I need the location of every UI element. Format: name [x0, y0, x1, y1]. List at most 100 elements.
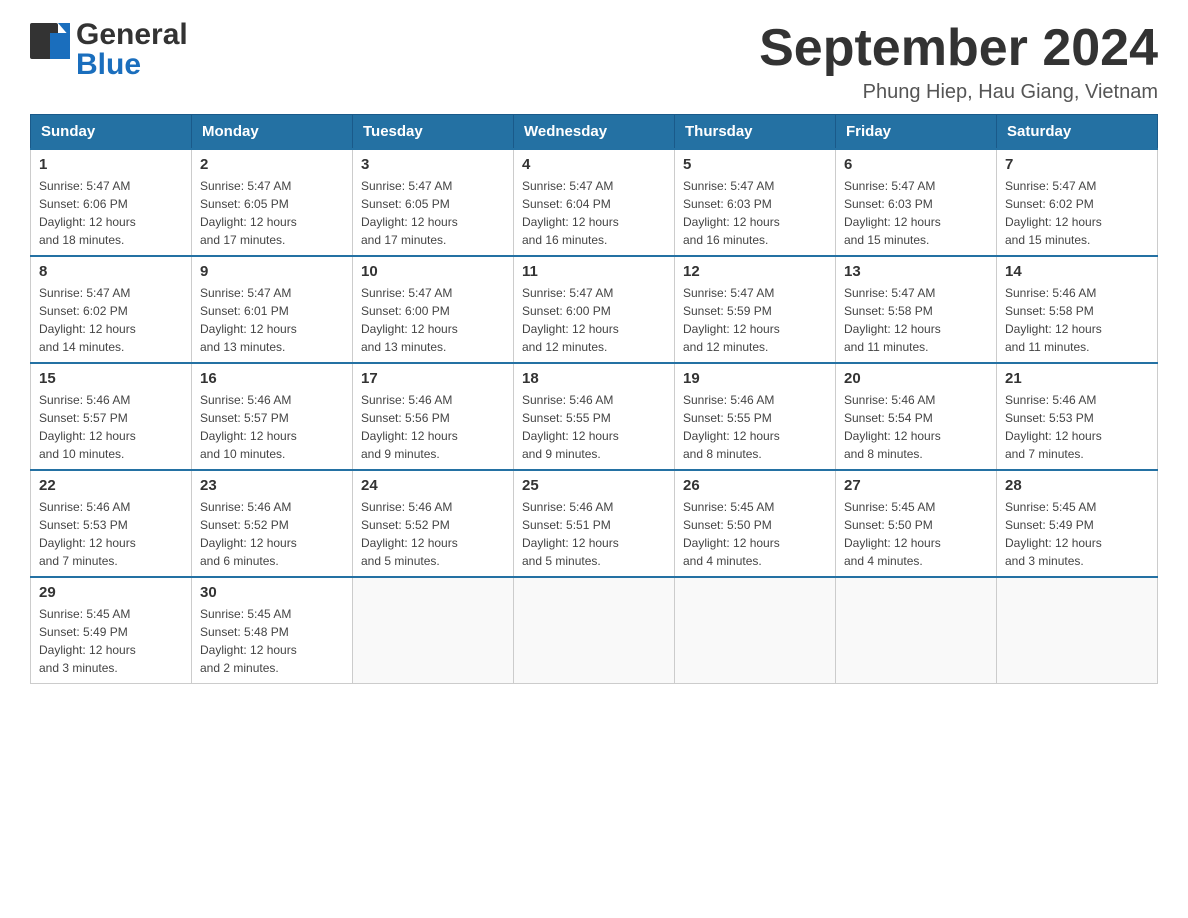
- day-info-19: Sunrise: 5:46 AMSunset: 5:55 PMDaylight:…: [683, 391, 827, 463]
- day-8: 8 Sunrise: 5:47 AMSunset: 6:02 PMDaylight…: [31, 256, 192, 363]
- day-1: 1Sunrise: 5:47 AMSunset: 6:06 PMDaylight…: [31, 149, 192, 256]
- day-info-22: Sunrise: 5:46 AMSunset: 5:53 PMDaylight:…: [39, 498, 183, 570]
- day-info-8: Sunrise: 5:47 AMSunset: 6:02 PMDaylight:…: [39, 284, 183, 356]
- day-12: 12Sunrise: 5:47 AMSunset: 5:59 PMDayligh…: [675, 256, 836, 363]
- day-7: 7 Sunrise: 5:47 AMSunset: 6:02 PMDaylight…: [997, 149, 1158, 256]
- day-6: 6 Sunrise: 5:47 AMSunset: 6:03 PMDaylight…: [836, 149, 997, 256]
- day-number-23: 23: [200, 477, 344, 494]
- day-info-26: Sunrise: 5:45 AMSunset: 5:50 PMDaylight:…: [683, 498, 827, 570]
- day-info-18: Sunrise: 5:46 AMSunset: 5:55 PMDaylight:…: [522, 391, 666, 463]
- empty-cell-w4-c3: [514, 577, 675, 684]
- calendar-header-row: SundayMondayTuesdayWednesdayThursdayFrid…: [31, 115, 1158, 150]
- day-26: 26 Sunrise: 5:45 AMSunset: 5:50 PMDayligh…: [675, 470, 836, 577]
- day-info-12: Sunrise: 5:47 AMSunset: 5:59 PMDaylight:…: [683, 284, 827, 356]
- day-11: 11 Sunrise: 5:47 AMSunset: 6:00 PMDayligh…: [514, 256, 675, 363]
- header-saturday: Saturday: [997, 115, 1158, 150]
- day-number-21: 21: [1005, 370, 1149, 387]
- day-number-2: 2: [200, 156, 344, 173]
- day-number-30: 30: [200, 584, 344, 601]
- week-row-4: 22 Sunrise: 5:46 AMSunset: 5:53 PMDayligh…: [31, 470, 1158, 577]
- day-number-24: 24: [361, 477, 505, 494]
- title-area: September 2024 Phung Hiep, Hau Giang, Vi…: [759, 20, 1158, 104]
- day-info-24: Sunrise: 5:46 AMSunset: 5:52 PMDaylight:…: [361, 498, 505, 570]
- header-sunday: Sunday: [31, 115, 192, 150]
- day-3: 3 Sunrise: 5:47 AMSunset: 6:05 PMDaylight…: [353, 149, 514, 256]
- header-friday: Friday: [836, 115, 997, 150]
- day-29: 29Sunrise: 5:45 AMSunset: 5:49 PMDayligh…: [31, 577, 192, 684]
- day-info-4: Sunrise: 5:47 AMSunset: 6:04 PMDaylight:…: [522, 177, 666, 249]
- day-number-1: 1: [39, 156, 183, 173]
- day-20: 20Sunrise: 5:46 AMSunset: 5:54 PMDayligh…: [836, 363, 997, 470]
- header-tuesday: Tuesday: [353, 115, 514, 150]
- day-number-9: 9: [200, 263, 344, 280]
- day-number-28: 28: [1005, 477, 1149, 494]
- month-title: September 2024: [759, 20, 1158, 77]
- day-30: 30Sunrise: 5:45 AMSunset: 5:48 PMDayligh…: [192, 577, 353, 684]
- day-info-16: Sunrise: 5:46 AMSunset: 5:57 PMDaylight:…: [200, 391, 344, 463]
- day-15: 15Sunrise: 5:46 AMSunset: 5:57 PMDayligh…: [31, 363, 192, 470]
- day-number-7: 7: [1005, 156, 1149, 173]
- day-number-5: 5: [683, 156, 827, 173]
- day-2: 2Sunrise: 5:47 AMSunset: 6:05 PMDaylight…: [192, 149, 353, 256]
- logo-text-group: General Blue: [76, 20, 188, 80]
- logo: General Blue: [30, 20, 188, 80]
- week-row-5: 29Sunrise: 5:45 AMSunset: 5:49 PMDayligh…: [31, 577, 1158, 684]
- day-info-17: Sunrise: 5:46 AMSunset: 5:56 PMDaylight:…: [361, 391, 505, 463]
- day-number-19: 19: [683, 370, 827, 387]
- day-number-27: 27: [844, 477, 988, 494]
- day-info-25: Sunrise: 5:46 AMSunset: 5:51 PMDaylight:…: [522, 498, 666, 570]
- empty-cell-w4-c5: [836, 577, 997, 684]
- header-thursday: Thursday: [675, 115, 836, 150]
- day-info-5: Sunrise: 5:47 AMSunset: 6:03 PMDaylight:…: [683, 177, 827, 249]
- day-info-23: Sunrise: 5:46 AMSunset: 5:52 PMDaylight:…: [200, 498, 344, 570]
- day-info-15: Sunrise: 5:46 AMSunset: 5:57 PMDaylight:…: [39, 391, 183, 463]
- day-17: 17 Sunrise: 5:46 AMSunset: 5:56 PMDayligh…: [353, 363, 514, 470]
- day-24: 24 Sunrise: 5:46 AMSunset: 5:52 PMDayligh…: [353, 470, 514, 577]
- day-info-6: Sunrise: 5:47 AMSunset: 6:03 PMDaylight:…: [844, 177, 988, 249]
- day-number-11: 11: [522, 263, 666, 280]
- day-info-14: Sunrise: 5:46 AMSunset: 5:58 PMDaylight:…: [1005, 284, 1149, 356]
- day-4: 4 Sunrise: 5:47 AMSunset: 6:04 PMDaylight…: [514, 149, 675, 256]
- day-number-26: 26: [683, 477, 827, 494]
- day-number-25: 25: [522, 477, 666, 494]
- day-number-6: 6: [844, 156, 988, 173]
- day-16: 16 Sunrise: 5:46 AMSunset: 5:57 PMDayligh…: [192, 363, 353, 470]
- week-row-2: 8 Sunrise: 5:47 AMSunset: 6:02 PMDaylight…: [31, 256, 1158, 363]
- empty-cell-w4-c2: [353, 577, 514, 684]
- day-number-29: 29: [39, 584, 183, 601]
- day-number-14: 14: [1005, 263, 1149, 280]
- day-18: 18 Sunrise: 5:46 AMSunset: 5:55 PMDayligh…: [514, 363, 675, 470]
- day-number-16: 16: [200, 370, 344, 387]
- day-number-8: 8: [39, 263, 183, 280]
- day-10: 10 Sunrise: 5:47 AMSunset: 6:00 PMDayligh…: [353, 256, 514, 363]
- day-info-13: Sunrise: 5:47 AMSunset: 5:58 PMDaylight:…: [844, 284, 988, 356]
- day-info-9: Sunrise: 5:47 AMSunset: 6:01 PMDaylight:…: [200, 284, 344, 356]
- day-number-10: 10: [361, 263, 505, 280]
- day-number-22: 22: [39, 477, 183, 494]
- calendar-table: SundayMondayTuesdayWednesdayThursdayFrid…: [30, 114, 1158, 684]
- logo-icon: [30, 23, 70, 78]
- day-number-18: 18: [522, 370, 666, 387]
- page-header: General Blue September 2024 Phung Hiep, …: [30, 20, 1158, 104]
- day-23: 23 Sunrise: 5:46 AMSunset: 5:52 PMDayligh…: [192, 470, 353, 577]
- day-info-28: Sunrise: 5:45 AMSunset: 5:49 PMDaylight:…: [1005, 498, 1149, 570]
- header-monday: Monday: [192, 115, 353, 150]
- day-number-4: 4: [522, 156, 666, 173]
- day-info-10: Sunrise: 5:47 AMSunset: 6:00 PMDaylight:…: [361, 284, 505, 356]
- day-info-3: Sunrise: 5:47 AMSunset: 6:05 PMDaylight:…: [361, 177, 505, 249]
- day-info-27: Sunrise: 5:45 AMSunset: 5:50 PMDaylight:…: [844, 498, 988, 570]
- logo-blue: Blue: [76, 50, 141, 80]
- day-25: 25 Sunrise: 5:46 AMSunset: 5:51 PMDayligh…: [514, 470, 675, 577]
- day-22: 22 Sunrise: 5:46 AMSunset: 5:53 PMDayligh…: [31, 470, 192, 577]
- day-number-17: 17: [361, 370, 505, 387]
- day-info-11: Sunrise: 5:47 AMSunset: 6:00 PMDaylight:…: [522, 284, 666, 356]
- day-info-20: Sunrise: 5:46 AMSunset: 5:54 PMDaylight:…: [844, 391, 988, 463]
- day-19: 19 Sunrise: 5:46 AMSunset: 5:55 PMDayligh…: [675, 363, 836, 470]
- day-5: 5 Sunrise: 5:47 AMSunset: 6:03 PMDaylight…: [675, 149, 836, 256]
- day-info-7: Sunrise: 5:47 AMSunset: 6:02 PMDaylight:…: [1005, 177, 1149, 249]
- day-21: 21Sunrise: 5:46 AMSunset: 5:53 PMDayligh…: [997, 363, 1158, 470]
- day-14: 14 Sunrise: 5:46 AMSunset: 5:58 PMDayligh…: [997, 256, 1158, 363]
- day-number-13: 13: [844, 263, 988, 280]
- day-number-3: 3: [361, 156, 505, 173]
- day-9: 9 Sunrise: 5:47 AMSunset: 6:01 PMDaylight…: [192, 256, 353, 363]
